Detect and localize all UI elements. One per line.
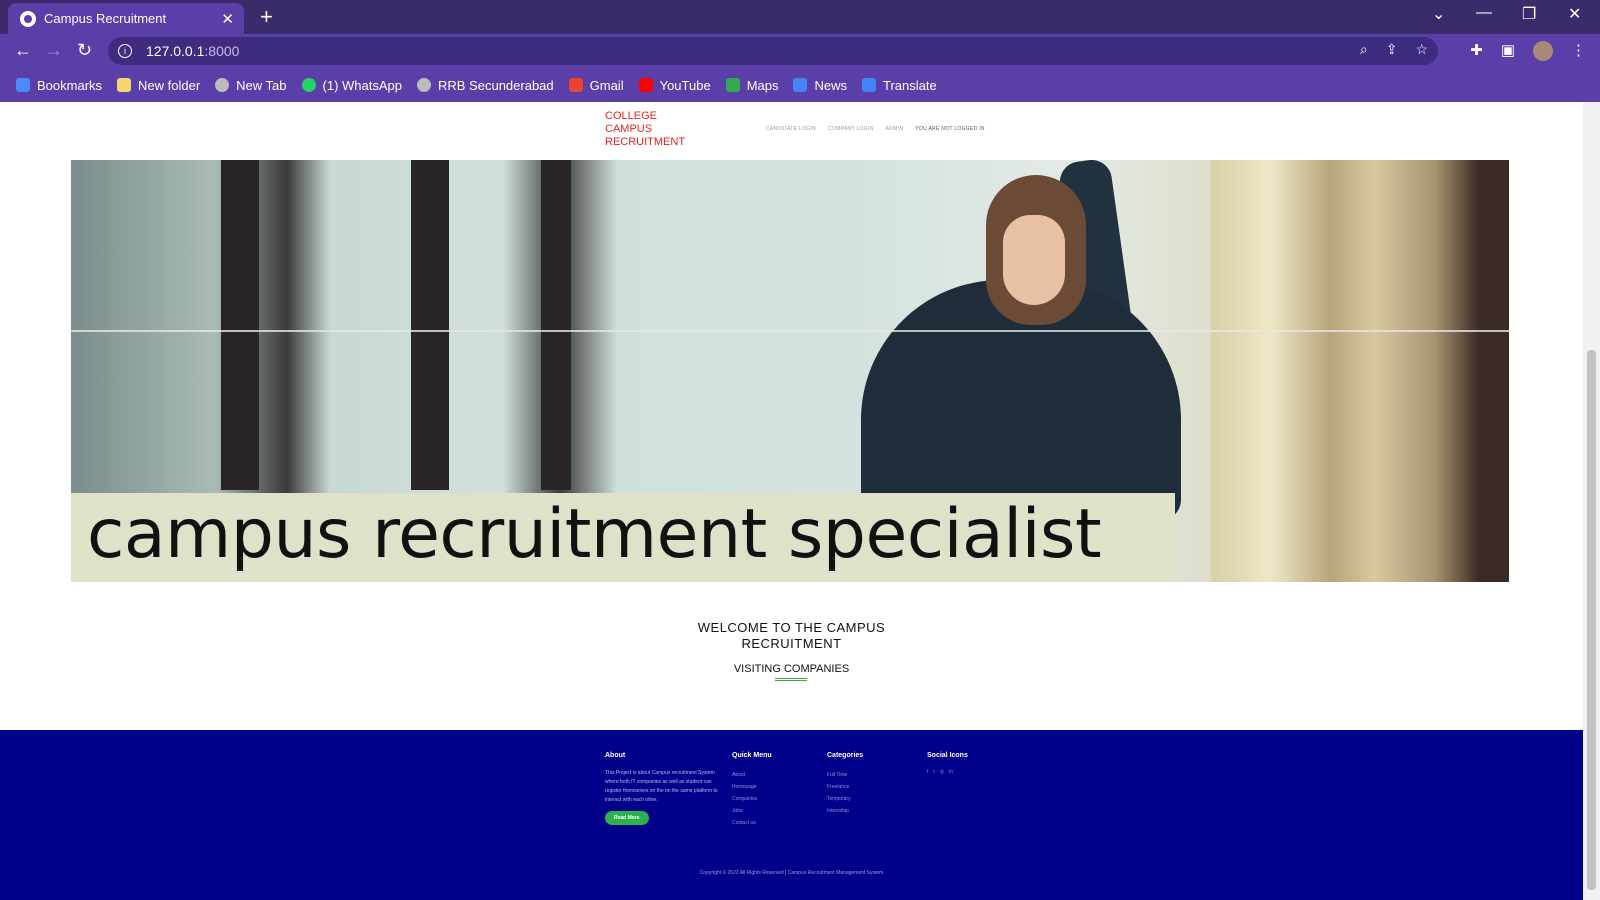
page-scrollbar[interactable] (1583, 102, 1600, 900)
footer-link-about[interactable]: About (732, 769, 772, 781)
news-icon (793, 78, 808, 92)
globe-icon (215, 78, 230, 92)
footer-category-temporary[interactable]: Temporary (827, 793, 863, 805)
globe-icon (20, 10, 36, 27)
bookmark-translate[interactable]: Translate (862, 78, 937, 93)
browser-titlebar: Campus Recruitment ✕ + ⌄ — ❐ ✕ (0, 0, 1600, 34)
footer-about: About This Project is about Campus recru… (605, 752, 723, 825)
bookmark-new-folder[interactable]: New folder (117, 78, 200, 93)
bookmark-label: YouTube (659, 77, 711, 93)
bookmark-maps[interactable]: Maps (725, 77, 779, 93)
copyright: Copyright © 2022 All Rights Reserved | C… (699, 870, 884, 876)
bookmarks-bar: Bookmarks New folder New Tab (1) WhatsApp RR… (0, 68, 1600, 102)
welcome-heading: WELCOME TO THE CAMPUS RECRUITMENT (697, 620, 886, 651)
scrollbar-thumb[interactable] (1587, 350, 1596, 890)
bookmark-label: News (814, 77, 847, 93)
url-port: :8000 (204, 43, 240, 59)
side-panel-icon[interactable]: ▣ (1501, 41, 1515, 61)
forward-icon[interactable]: → (45, 40, 63, 61)
restore-button[interactable]: ❐ (1522, 4, 1536, 24)
whatsapp-icon (301, 78, 316, 92)
bookmark-label: RRB Secunderabad (438, 77, 554, 93)
footer-link-contact-us[interactable]: Contact us (732, 817, 772, 829)
maps-icon (725, 78, 740, 92)
footer-category-full-time[interactable]: Full Time (827, 769, 863, 781)
avatar[interactable] (1533, 41, 1553, 61)
linkedin-icon[interactable]: in (949, 769, 953, 775)
chevron-down-icon[interactable]: ⌄ (1432, 4, 1445, 24)
nav-admin[interactable]: ADMIN (886, 126, 904, 132)
bookmark-label: New folder (138, 77, 201, 93)
bookmark-rrb-secunderabad[interactable]: RRB Secunderabad (417, 78, 554, 93)
footer-about-title: About (605, 752, 626, 759)
footer-categories-title: Categories (827, 752, 864, 759)
new-tab-button[interactable]: + (260, 4, 273, 30)
globe-icon (417, 78, 431, 92)
address-bar[interactable]: i 127.0.0.1:8000 ⌕ ⇪ ☆ (108, 37, 1438, 65)
footer-quick-menu-title: Quick Menu (732, 752, 772, 759)
bookmark-new-tab[interactable]: New Tab (215, 77, 287, 93)
bookmark-label: New Tab (236, 77, 287, 93)
browser-toolbar: ← → ↻ i 127.0.0.1:8000 ⌕ ⇪ ☆ ✚ ▣ ⋮ (0, 34, 1600, 68)
hero-caption: campus recruitment specialist (87, 495, 1102, 574)
bookmark-label: (1) WhatsApp (322, 77, 402, 93)
share-icon[interactable]: ⇪ (1386, 41, 1398, 58)
back-icon[interactable]: ← (14, 40, 32, 61)
footer: About This Project is about Campus recru… (0, 730, 1583, 900)
footer-categories: Categories Full Time Freelance Temporary In… (827, 752, 863, 817)
top-nav: CANDIDATE LOGIN COMPANY LOGIN ADMIN YOU … (766, 126, 985, 132)
menu-icon[interactable]: ⋮ (1571, 41, 1586, 61)
login-status: YOU ARE NOT LOGGED IN (915, 126, 985, 132)
heading-underline (775, 678, 807, 681)
footer-quick-menu: Quick Menu About Homepage Companies Jobs Con… (732, 752, 772, 829)
gmail-icon (568, 78, 583, 92)
bookmark-news[interactable]: News (793, 78, 847, 93)
translate-icon (862, 78, 876, 92)
folder-icon (117, 78, 132, 92)
close-icon[interactable]: ✕ (221, 10, 234, 28)
browser-tab[interactable]: Campus Recruitment ✕ (8, 3, 244, 34)
star-icon (16, 78, 30, 92)
site-header: COLLEGE CAMPUS RECRUITMENT CANDIDATE LOGIN… (0, 102, 1583, 160)
extensions-icon[interactable]: ✚ (1470, 41, 1483, 61)
bookmark-gmail[interactable]: Gmail (568, 77, 624, 93)
footer-category-freelance[interactable]: Freelance (827, 781, 863, 793)
footer-link-companies[interactable]: Companies (732, 793, 772, 805)
read-more-button[interactable]: Read More (605, 811, 649, 825)
footer-category-internship[interactable]: Internship (827, 805, 863, 817)
bookmark-label: Gmail (589, 77, 624, 93)
minimize-button[interactable]: — (1476, 4, 1492, 22)
nav-company-login[interactable]: COMPANY LOGIN (828, 126, 874, 132)
info-icon[interactable]: i (118, 44, 132, 58)
site-logo[interactable]: COLLEGE CAMPUS RECRUITMENT (605, 110, 685, 149)
web-page: COLLEGE CAMPUS RECRUITMENT CANDIDATE LOGIN… (0, 102, 1583, 900)
star-icon[interactable]: ☆ (1415, 41, 1428, 58)
facebook-icon[interactable]: f (927, 769, 928, 775)
footer-link-jobs[interactable]: Jobs (732, 805, 772, 817)
window-close-button[interactable]: ✕ (1568, 4, 1581, 24)
url-host: 127.0.0.1 (146, 43, 205, 59)
instagram-icon[interactable]: ◎ (940, 769, 944, 775)
bookmark-label: Translate (883, 77, 937, 93)
nav-candidate-login[interactable]: CANDIDATE LOGIN (766, 126, 816, 132)
footer-about-text: This Project is about Campus recruitment… (605, 770, 718, 803)
bookmark-1-whatsapp[interactable]: (1) WhatsApp (301, 77, 402, 93)
footer-link-homepage[interactable]: Homepage (732, 781, 772, 793)
tab-title: Campus Recruitment (44, 11, 167, 26)
bookmark-label: Bookmarks (37, 77, 103, 93)
bookmark-label: Maps (746, 77, 779, 93)
zoom-icon[interactable]: ⌕ (1360, 41, 1368, 58)
footer-social: Social Icons f t ◎ in (927, 752, 968, 775)
hero-banner: campus recruitment specialist (71, 160, 1509, 582)
reload-icon[interactable]: ↻ (77, 40, 92, 61)
footer-social-title: Social Icons (927, 752, 968, 759)
bookmark-youtube[interactable]: YouTube (638, 77, 711, 93)
bookmark-bookmarks[interactable]: Bookmarks (16, 78, 102, 93)
youtube-icon (638, 78, 653, 92)
twitter-icon[interactable]: t (933, 769, 934, 775)
visiting-companies-heading: VISITING COMPANIES (733, 663, 850, 675)
